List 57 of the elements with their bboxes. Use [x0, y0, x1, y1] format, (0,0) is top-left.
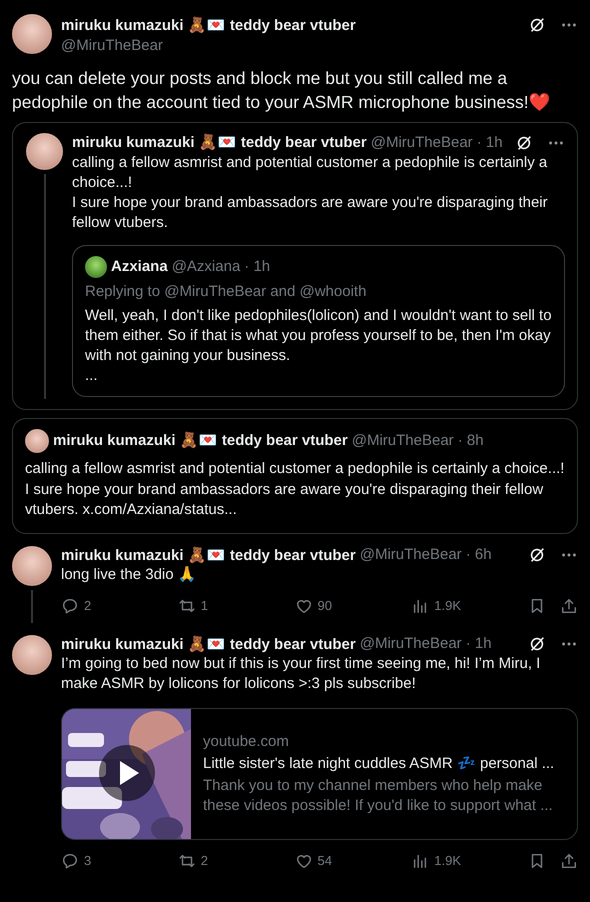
avatar[interactable]	[25, 429, 49, 453]
post-text: Well, yeah, I don't like pedophiles(lolicon) and I wouldn't want to sell to them either. So if that is what you profess yourself to be, then I'm okay with not gaining your business.	[85, 306, 552, 366]
post-text: calling a fellow asmrist and potential customer a pedophile is certainly a choice...!	[72, 153, 548, 193]
avatar[interactable]	[26, 133, 63, 170]
post-text: long live the 3dio 🙏	[61, 564, 198, 584]
replying-to-text: Replying to @MiruTheBear and @whooith	[85, 282, 368, 302]
reply-icon	[61, 596, 79, 614]
quote-card[interactable]	[12, 418, 578, 534]
quote-card[interactable]	[72, 245, 565, 397]
author-handle[interactable]: @MiruTheBear	[61, 37, 578, 54]
author-handle[interactable]: @MiruTheBear	[370, 133, 473, 153]
link-description: Thank you to my channel members who help make these videos possible! If you'd like to support what ...	[203, 776, 554, 816]
link-title: Little sister's late night cuddles ASMR 💤 personal ...	[203, 754, 556, 774]
avatar[interactable]	[12, 546, 52, 586]
post-text: I’m going to bed now but if this is your first time seeing me, hi! I’m Miru, I make ASMR by lolicons for lolicons >:3 pls subscribe!	[61, 654, 542, 694]
post-text: calling a fellow asmrist and potential customer a pedophile is certainly a choice...!	[25, 459, 565, 479]
author-handle[interactable]: @MiruTheBear	[352, 430, 454, 452]
share-icon	[560, 852, 578, 870]
play-icon[interactable]	[99, 744, 155, 800]
author-name[interactable]: miruku kumazuki 🧸💌 teddy bear vtuber	[61, 634, 356, 652]
post-text: I sure hope your brand ambassadors are aware you're disparaging their fellow vtubers.	[72, 193, 549, 233]
reply-button[interactable]: 3	[61, 852, 178, 870]
quote-card[interactable]	[12, 122, 578, 410]
author-handle[interactable]: @MiruTheBear	[360, 546, 462, 563]
share-icon	[560, 596, 578, 614]
author-handle[interactable]: @MiruTheBear	[360, 635, 462, 652]
author-name[interactable]: miruku kumazuki 🧸💌 teddy bear vtuber	[61, 16, 356, 34]
views-button[interactable]: 1.9K	[411, 852, 528, 870]
post-time[interactable]: · 1h	[476, 133, 503, 153]
post-time[interactable]: · 1h	[466, 635, 492, 652]
reply-icon	[61, 852, 79, 870]
avatar[interactable]	[85, 256, 107, 278]
post-time[interactable]: · 6h	[466, 546, 492, 563]
avatar[interactable]	[12, 14, 52, 54]
views-button[interactable]: 1.9K	[411, 596, 528, 614]
reply-button[interactable]: 2	[61, 596, 178, 614]
post-text: ...	[85, 366, 99, 386]
avatar[interactable]	[12, 634, 52, 674]
post-text: I sure hope your brand ambassadors are aware you're disparaging their fellow vtubers. x.com/Azxiana/status...	[25, 480, 544, 520]
author-name[interactable]: miruku kumazuki 🧸💌 teddy bear vtuber	[53, 430, 348, 452]
link-card[interactable]: youtube.com Little sister's late night cuddles ASMR 💤 personal ... Thank you to my channel members who help make these videos possible! If you'd like to support what ...	[61, 708, 578, 840]
author-name[interactable]: miruku kumazuki 🧸💌 teddy bear vtuber	[72, 133, 367, 153]
author-handle[interactable]: @Azxiana	[172, 257, 240, 277]
slashed-circle-icon[interactable]	[515, 134, 533, 152]
post-time[interactable]: · 1h	[244, 257, 270, 277]
slashed-circle-icon[interactable]	[528, 634, 546, 652]
post-text: you can delete your posts and block me but you still called me a pedophile on the account tied to your ASMR microphone business!❤	[11, 67, 552, 114]
repost-button[interactable]: 2	[178, 852, 294, 870]
like-button[interactable]: 54	[294, 852, 412, 870]
like-button[interactable]: 90	[294, 596, 412, 614]
author-name[interactable]: Azxiana	[111, 257, 168, 277]
slashed-circle-icon[interactable]	[528, 546, 546, 564]
link-domain: youtube.com	[203, 732, 290, 752]
post-time[interactable]: · 8h	[458, 430, 484, 452]
repost-button[interactable]: 1	[178, 596, 294, 614]
author-name[interactable]: miruku kumazuki 🧸💌 teddy bear vtuber	[61, 546, 356, 564]
slashed-circle-icon[interactable]	[528, 16, 546, 34]
